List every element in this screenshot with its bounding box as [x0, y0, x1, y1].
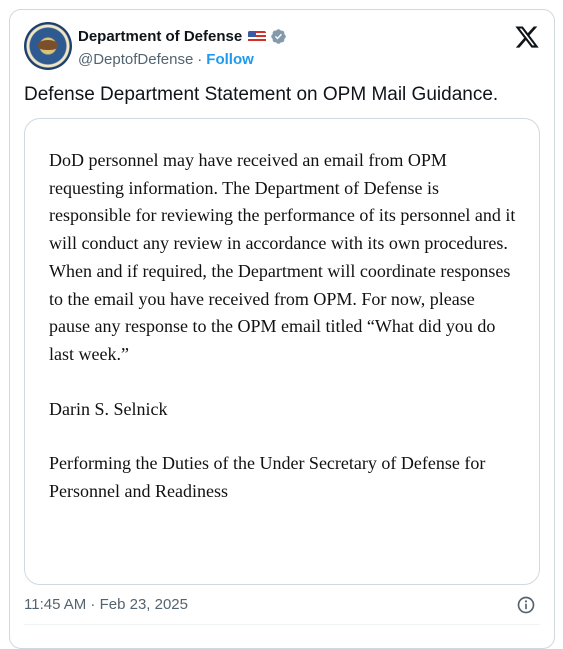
us-flag-icon [248, 30, 267, 43]
statement-signatory: Darin S. Selnick [49, 398, 168, 419]
dod-seal-icon [38, 40, 58, 50]
tweet-timestamp[interactable]: 11:45 AM · Feb 23, 2025 [24, 596, 188, 613]
info-icon[interactable] [516, 595, 536, 615]
divider [24, 624, 540, 625]
display-name[interactable]: Department of Defense [78, 28, 242, 45]
separator-dot: · [197, 51, 203, 68]
handle-row: @DeptofDefense · Follow [78, 51, 254, 68]
tweet-header: Department of Defense @DeptofDefense · F… [24, 22, 540, 72]
statement-body: DoD personnel may have received an email… [49, 147, 519, 533]
verified-badge-icon [271, 29, 286, 44]
tweet-card: Department of Defense @DeptofDefense · F… [9, 9, 555, 649]
statement-signatory-title: Performing the Duties of the Under Secre… [49, 453, 486, 502]
statement-paragraph: DoD personnel may have received an email… [49, 150, 516, 364]
x-logo-icon[interactable] [514, 24, 540, 50]
statement-image[interactable]: DoD personnel may have received an email… [24, 118, 540, 585]
avatar[interactable] [24, 22, 72, 70]
tweet-text: Defense Department Statement on OPM Mail… [24, 84, 499, 105]
account-handle[interactable]: @DeptofDefense [78, 51, 193, 68]
name-row: Department of Defense [78, 28, 287, 45]
follow-button[interactable]: Follow [206, 51, 254, 68]
